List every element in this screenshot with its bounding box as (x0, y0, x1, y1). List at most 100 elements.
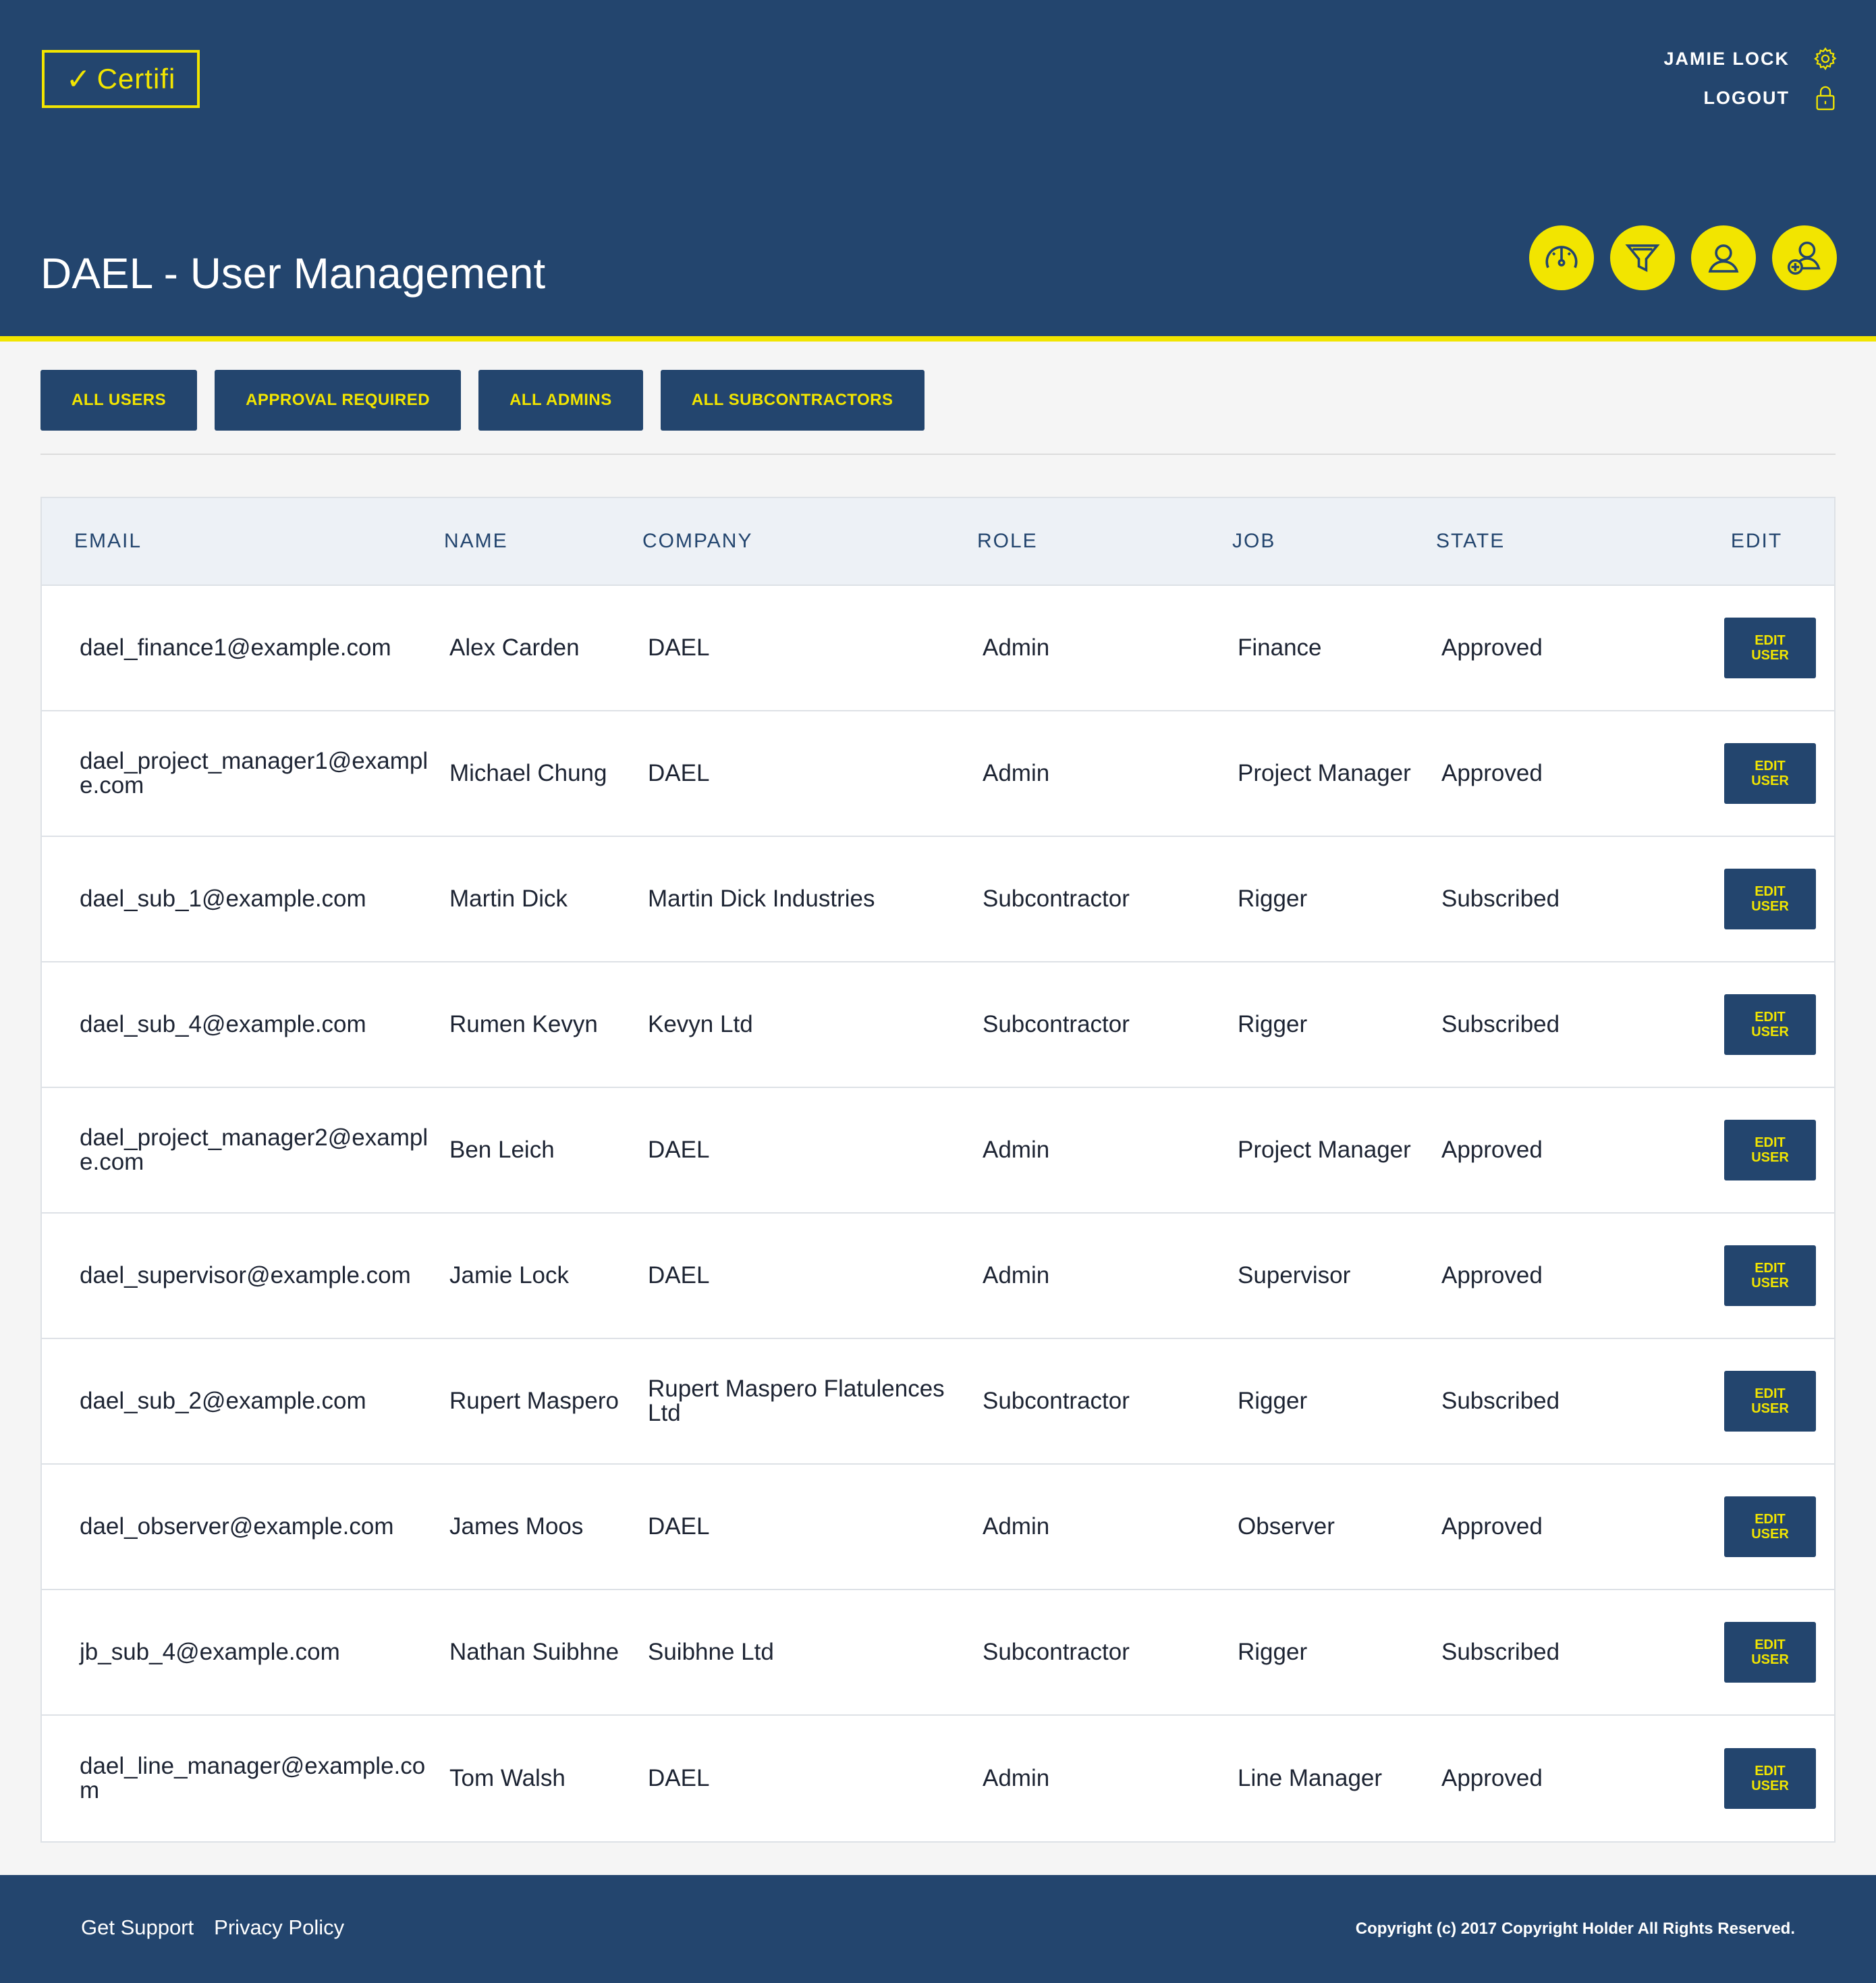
edit-user-label-line2: USER (1751, 1025, 1789, 1039)
user-profile-button[interactable] (1691, 225, 1756, 290)
tab-approval-required[interactable]: APPROVAL REQUIRED (215, 370, 462, 431)
tab-all-admins[interactable]: ALL ADMINS (478, 370, 643, 431)
table-row: dael_supervisor@example.com Jamie Lock DAE… (42, 1214, 1834, 1339)
edit-user-button[interactable]: EDIT USER (1724, 618, 1816, 678)
edit-user-label-line1: EDIT (1755, 759, 1786, 773)
edit-user-label-line1: EDIT (1755, 1010, 1786, 1025)
edit-user-button[interactable]: EDIT USER (1724, 1496, 1816, 1557)
table-row: dael_sub_4@example.com Rumen Kevyn Kevyn L… (42, 962, 1834, 1088)
role-cell: Admin (983, 1262, 1050, 1288)
user-settings-link[interactable]: JAMIE LOCK (1663, 39, 1838, 78)
email-cell: jb_sub_4@example.com (80, 1639, 340, 1665)
edit-user-label-line2: USER (1751, 1527, 1789, 1542)
user-menu: JAMIE LOCK LOGOUT (1663, 39, 1838, 117)
table-row: dael_project_manager2@example.com Ben Lei… (42, 1088, 1834, 1214)
company-cell: DAEL (648, 760, 710, 786)
name-cell: James Moos (449, 1513, 584, 1540)
table-row: dael_sub_1@example.com Martin Dick Martin … (42, 837, 1834, 962)
company-cell: Kevyn Ltd (648, 1011, 753, 1037)
edit-user-button[interactable]: EDIT USER (1724, 1120, 1816, 1180)
get-support-link[interactable]: Get Support (81, 1916, 194, 1940)
user-filter-tabs: ALL USERS APPROVAL REQUIRED ALL ADMINS A… (40, 370, 942, 431)
role-cell: Admin (983, 1765, 1050, 1791)
email-cell: dael_sub_2@example.com (80, 1388, 366, 1414)
username: JAMIE LOCK (1663, 48, 1790, 69)
job-cell: Supervisor (1238, 1262, 1351, 1288)
copyright: Copyright (c) 2017 Copyright Holder All … (1355, 1920, 1795, 1938)
header-state[interactable]: STATE (1436, 530, 1679, 553)
state-cell: Subscribed (1441, 886, 1560, 912)
table-row: jb_sub_4@example.com Nathan Suibhne Suibhn… (42, 1590, 1834, 1716)
gear-icon (1814, 47, 1837, 71)
page-title: DAEL - User Management (40, 249, 546, 298)
edit-cell: EDIT USER (1679, 618, 1834, 678)
company-cell: Martin Dick Industries (648, 886, 875, 912)
edit-cell: EDIT USER (1679, 994, 1834, 1055)
privacy-policy-link[interactable]: Privacy Policy (214, 1916, 344, 1940)
tab-all-users[interactable]: ALL USERS (40, 370, 198, 431)
logout-link[interactable]: LOGOUT (1663, 78, 1838, 117)
tab-all-subcontractors[interactable]: ALL SUBCONTRACTORS (660, 370, 925, 431)
header-name[interactable]: NAME (444, 530, 642, 553)
logo[interactable]: ✓ Certifi (42, 50, 200, 108)
table-row: dael_sub_2@example.com Rupert Maspero Rupe… (42, 1339, 1834, 1465)
name-cell: Rupert Maspero (449, 1388, 619, 1414)
state-cell: Subscribed (1441, 1388, 1560, 1414)
state-cell: Approved (1441, 1765, 1543, 1791)
edit-cell: EDIT USER (1679, 1245, 1834, 1306)
dashboard-icon (1545, 246, 1578, 269)
footer-links: Get Support Privacy Policy (81, 1916, 364, 1940)
role-cell: Admin (983, 634, 1050, 661)
company-cell: Suibhne Ltd (648, 1639, 774, 1665)
name-cell: Nathan Suibhne (449, 1639, 619, 1665)
footer: Get Support Privacy Policy Copyright (c)… (0, 1875, 1876, 1983)
edit-user-label-line2: USER (1751, 1778, 1789, 1793)
header-actions (1513, 225, 1837, 290)
table-row: dael_finance1@example.com Alex Carden DAEL… (42, 586, 1834, 711)
edit-user-label-line1: EDIT (1755, 1261, 1786, 1276)
edit-cell: EDIT USER (1679, 1748, 1834, 1809)
header-company[interactable]: COMPANY (642, 530, 977, 553)
check-icon: ✓ (65, 62, 92, 96)
edit-user-label-line2: USER (1751, 899, 1789, 914)
edit-user-button[interactable]: EDIT USER (1724, 1371, 1816, 1432)
table-row: dael_line_manager@example.com Tom Walsh DA… (42, 1716, 1834, 1841)
edit-user-label-line2: USER (1751, 1652, 1789, 1667)
edit-user-button[interactable]: EDIT USER (1724, 994, 1816, 1055)
add-user-button[interactable] (1772, 225, 1837, 290)
company-cell: Rupert Maspero Flatulences Ltd (648, 1376, 945, 1426)
edit-user-label-line2: USER (1751, 1401, 1789, 1416)
filter-icon (1625, 244, 1660, 273)
state-cell: Subscribed (1441, 1639, 1560, 1665)
edit-user-button[interactable]: EDIT USER (1724, 1748, 1816, 1809)
job-cell: Rigger (1238, 1011, 1308, 1037)
email-cell: dael_line_manager@example.com (80, 1753, 426, 1803)
name-cell: Jamie Lock (449, 1262, 570, 1288)
job-cell: Observer (1238, 1513, 1335, 1540)
edit-user-label-line1: EDIT (1755, 884, 1786, 899)
edit-user-button[interactable]: EDIT USER (1724, 869, 1816, 929)
email-cell: dael_project_manager1@example.com (80, 748, 429, 798)
header-email[interactable]: EMAIL (42, 530, 444, 553)
header-job[interactable]: JOB (1232, 530, 1436, 553)
dashboard-button[interactable] (1529, 225, 1594, 290)
edit-cell: EDIT USER (1679, 743, 1834, 804)
job-cell: Rigger (1238, 1639, 1308, 1665)
edit-user-button[interactable]: EDIT USER (1724, 1622, 1816, 1683)
edit-user-label-line2: USER (1751, 773, 1789, 788)
filter-button[interactable] (1610, 225, 1675, 290)
header-edit: EDIT (1730, 530, 1783, 552)
email-cell: dael_supervisor@example.com (80, 1262, 411, 1288)
edit-user-label-line2: USER (1751, 648, 1789, 663)
email-cell: dael_sub_4@example.com (80, 1011, 366, 1037)
role-cell: Admin (983, 760, 1050, 786)
edit-cell: EDIT USER (1679, 1120, 1834, 1180)
company-cell: DAEL (648, 1262, 710, 1288)
role-cell: Admin (983, 1513, 1050, 1540)
edit-user-button[interactable]: EDIT USER (1724, 743, 1816, 804)
edit-user-button[interactable]: EDIT USER (1724, 1245, 1816, 1306)
header-role[interactable]: ROLE (977, 530, 1232, 553)
state-cell: Approved (1441, 760, 1543, 786)
edit-cell: EDIT USER (1679, 869, 1834, 929)
name-cell: Alex Carden (449, 634, 580, 661)
